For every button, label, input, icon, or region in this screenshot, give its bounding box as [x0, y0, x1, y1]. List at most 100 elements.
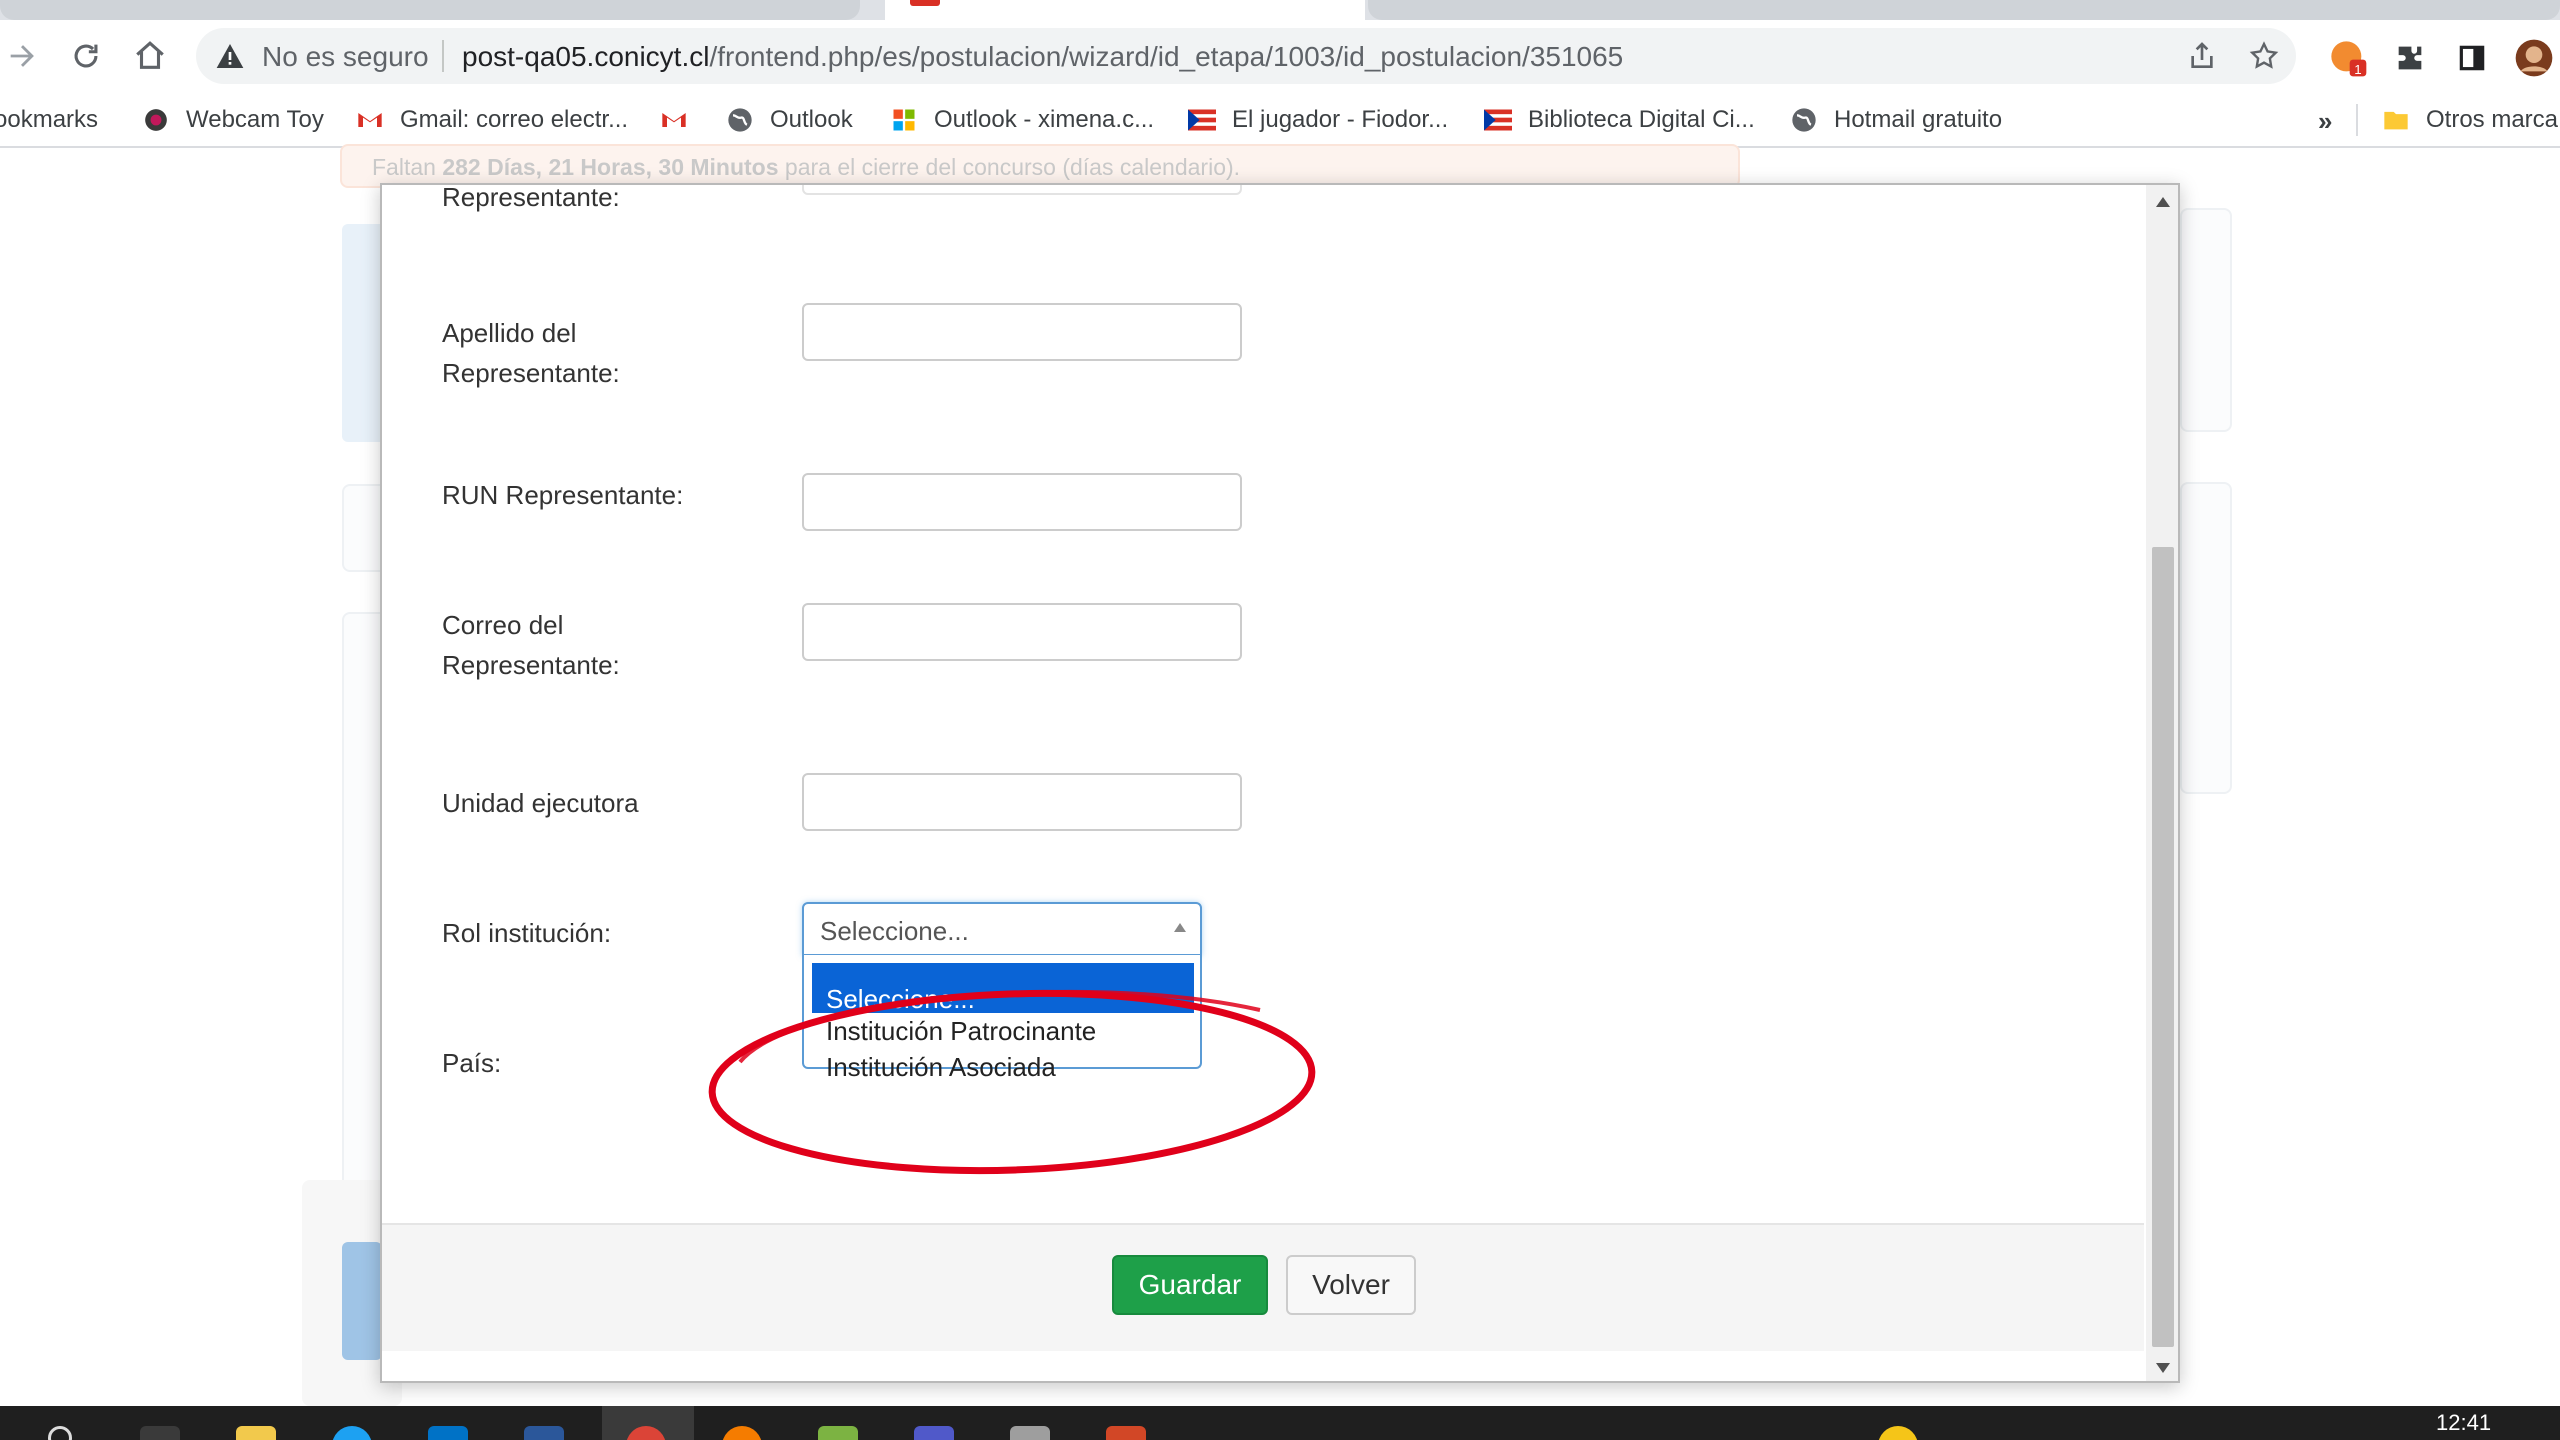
- browser-tab[interactable]: [1368, 0, 2560, 20]
- url-path: /frontend.php/es/postulacion/wizard/id_e…: [709, 41, 1624, 72]
- notification-icon[interactable]: [1878, 1426, 1918, 1440]
- bookmark-item[interactable]: El jugador - Fiodor...: [1188, 102, 1448, 138]
- extension-alert-icon[interactable]: 1: [2328, 38, 2368, 78]
- globe-icon: [726, 106, 754, 134]
- footer-logo: [342, 1242, 382, 1360]
- home-icon: [136, 41, 164, 69]
- security-label[interactable]: No es seguro: [262, 41, 429, 73]
- bookmark-item[interactable]: ookmarks: [0, 102, 98, 138]
- extensions-puzzle-icon[interactable]: [2390, 38, 2430, 78]
- bookmark-label: Outlook: [770, 106, 853, 133]
- bookmark-item[interactable]: Biblioteca Digital Ci...: [1484, 102, 1755, 138]
- unidad-ejecutora-label: Unidad ejecutora: [442, 788, 639, 818]
- bookmark-item[interactable]: Webcam Toy: [142, 102, 324, 138]
- profile-avatar-icon[interactable]: [2514, 38, 2554, 78]
- apellido-input[interactable]: [802, 303, 1242, 361]
- system-clock[interactable]: 12:41: [2436, 1410, 2491, 1436]
- bookmark-label: El jugador - Fiodor...: [1232, 106, 1449, 133]
- modal-footer: Guardar Volver: [382, 1223, 2144, 1351]
- bookmark-label: Hotmail gratuito: [1834, 106, 2003, 133]
- bookmarks-divider: [2356, 104, 2358, 136]
- flag-icon: [1484, 106, 1512, 134]
- side-panel-icon[interactable]: [2452, 38, 2492, 78]
- back-button[interactable]: Volver: [1286, 1255, 1416, 1315]
- bookmark-label: ookmarks: [0, 106, 99, 133]
- modal-scrollbar[interactable]: [2146, 185, 2178, 1381]
- powerpoint-icon[interactable]: [1106, 1426, 1146, 1440]
- taskbar: 12:41: [0, 1406, 2560, 1440]
- app-icon[interactable]: [722, 1426, 762, 1440]
- extension-badge: 1: [2354, 62, 2361, 77]
- outlook-icon[interactable]: [428, 1426, 468, 1440]
- flag-icon: [1188, 106, 1216, 134]
- scroll-down-icon[interactable]: [2156, 1363, 2170, 1373]
- url-text[interactable]: post-qa05.conicyt.cl/frontend.php/es/pos…: [462, 41, 1623, 73]
- save-button[interactable]: Guardar: [1112, 1255, 1268, 1315]
- chevron-up-icon: [1174, 923, 1186, 932]
- bookmark-label: Webcam Toy: [186, 106, 324, 133]
- bookmark-label: Otros marca: [2426, 106, 2559, 133]
- arrow-right-icon: [10, 45, 34, 67]
- scrollbar-thumb[interactable]: [2152, 547, 2174, 1347]
- globe-icon: [1790, 106, 1818, 134]
- bookmarks-bar: ookmarks Webcam Toy Gmail: correo electr…: [0, 92, 2560, 148]
- share-icon[interactable]: [2186, 40, 2218, 72]
- apellido-label: Apellido del Representante:: [442, 318, 620, 388]
- rol-select-value: Seleccione...: [820, 916, 969, 946]
- deadline-suffix: para el cierre del concurso (días calend…: [778, 154, 1241, 180]
- reload-button[interactable]: [66, 36, 106, 76]
- rol-label: Rol institución:: [442, 918, 612, 948]
- rol-select[interactable]: Seleccione...: [802, 902, 1202, 956]
- nombre-representante-input[interactable]: [802, 185, 1242, 195]
- word-icon[interactable]: [524, 1426, 564, 1440]
- tab-favicon-icon: [910, 0, 940, 6]
- star-icon[interactable]: [2248, 40, 2280, 72]
- forward-button[interactable]: [2, 36, 42, 76]
- rol-options-list: Seleccione... Institución Patrocinante I…: [802, 955, 1202, 1082]
- windows-icon: [890, 106, 918, 134]
- institution-modal: Representante: Apellido del Representant…: [380, 183, 2180, 1383]
- other-bookmarks-folder[interactable]: Otros marca: [2382, 102, 2558, 138]
- correo-label: Correo del Representante:: [442, 610, 620, 680]
- bookmark-label: Outlook - ximena.c...: [934, 106, 1155, 133]
- bookmark-item[interactable]: [660, 102, 704, 138]
- home-button[interactable]: [130, 36, 170, 76]
- bookmark-item[interactable]: Gmail: correo electr...: [356, 102, 628, 138]
- file-explorer-icon[interactable]: [236, 1426, 276, 1440]
- bookmark-label: Gmail: correo electr...: [400, 106, 629, 133]
- teams-icon[interactable]: [914, 1426, 954, 1440]
- webcam-toy-icon: [142, 106, 170, 134]
- run-input[interactable]: [802, 473, 1242, 531]
- representante-label: Representante:: [442, 183, 620, 212]
- skype-icon[interactable]: [332, 1426, 372, 1440]
- scroll-up-icon[interactable]: [2156, 197, 2170, 207]
- unidad-ejecutora-input[interactable]: [802, 773, 1242, 831]
- side-panel: [2180, 482, 2232, 794]
- omnibox-separator: [442, 40, 444, 72]
- bookmark-item[interactable]: Outlook: [726, 102, 853, 138]
- pais-label: País:: [442, 1048, 502, 1078]
- task-view-icon[interactable]: [140, 1426, 180, 1440]
- bookmark-item[interactable]: Outlook - ximena.c...: [890, 102, 1154, 138]
- deadline-text: Faltan 282 Días, 21 Horas, 30 Minutos pa…: [372, 154, 1240, 181]
- rol-option-seleccione[interactable]: Seleccione...: [812, 963, 1194, 1013]
- deadline-remaining: 282 Días, 21 Horas, 30 Minutos: [442, 154, 779, 180]
- correo-input[interactable]: [802, 603, 1242, 661]
- address-bar[interactable]: No es seguro post-qa05.conicyt.cl/fronte…: [196, 28, 2296, 84]
- rol-option-patrocinante[interactable]: Institución Patrocinante: [812, 1011, 1194, 1051]
- url-host: post-qa05.conicyt.cl: [462, 41, 710, 72]
- browser-toolbar: No es seguro post-qa05.conicyt.cl/fronte…: [0, 20, 2560, 92]
- search-icon[interactable]: [48, 1426, 72, 1440]
- bookmarks-more-button[interactable]: »: [2318, 106, 2332, 137]
- browser-tab-active[interactable]: [885, 0, 1365, 20]
- app-icon[interactable]: [1010, 1426, 1050, 1440]
- run-label: RUN Representante:: [442, 480, 684, 510]
- app-icon[interactable]: [818, 1426, 858, 1440]
- rol-option-asociada[interactable]: Institución Asociada: [812, 1047, 1194, 1087]
- warning-icon[interactable]: [214, 40, 246, 72]
- deadline-prefix: Faltan: [372, 154, 443, 180]
- side-panel: [2180, 208, 2232, 432]
- bookmark-item[interactable]: Hotmail gratuito: [1790, 102, 2002, 138]
- folder-icon: [2382, 106, 2410, 134]
- browser-tab[interactable]: [0, 0, 860, 20]
